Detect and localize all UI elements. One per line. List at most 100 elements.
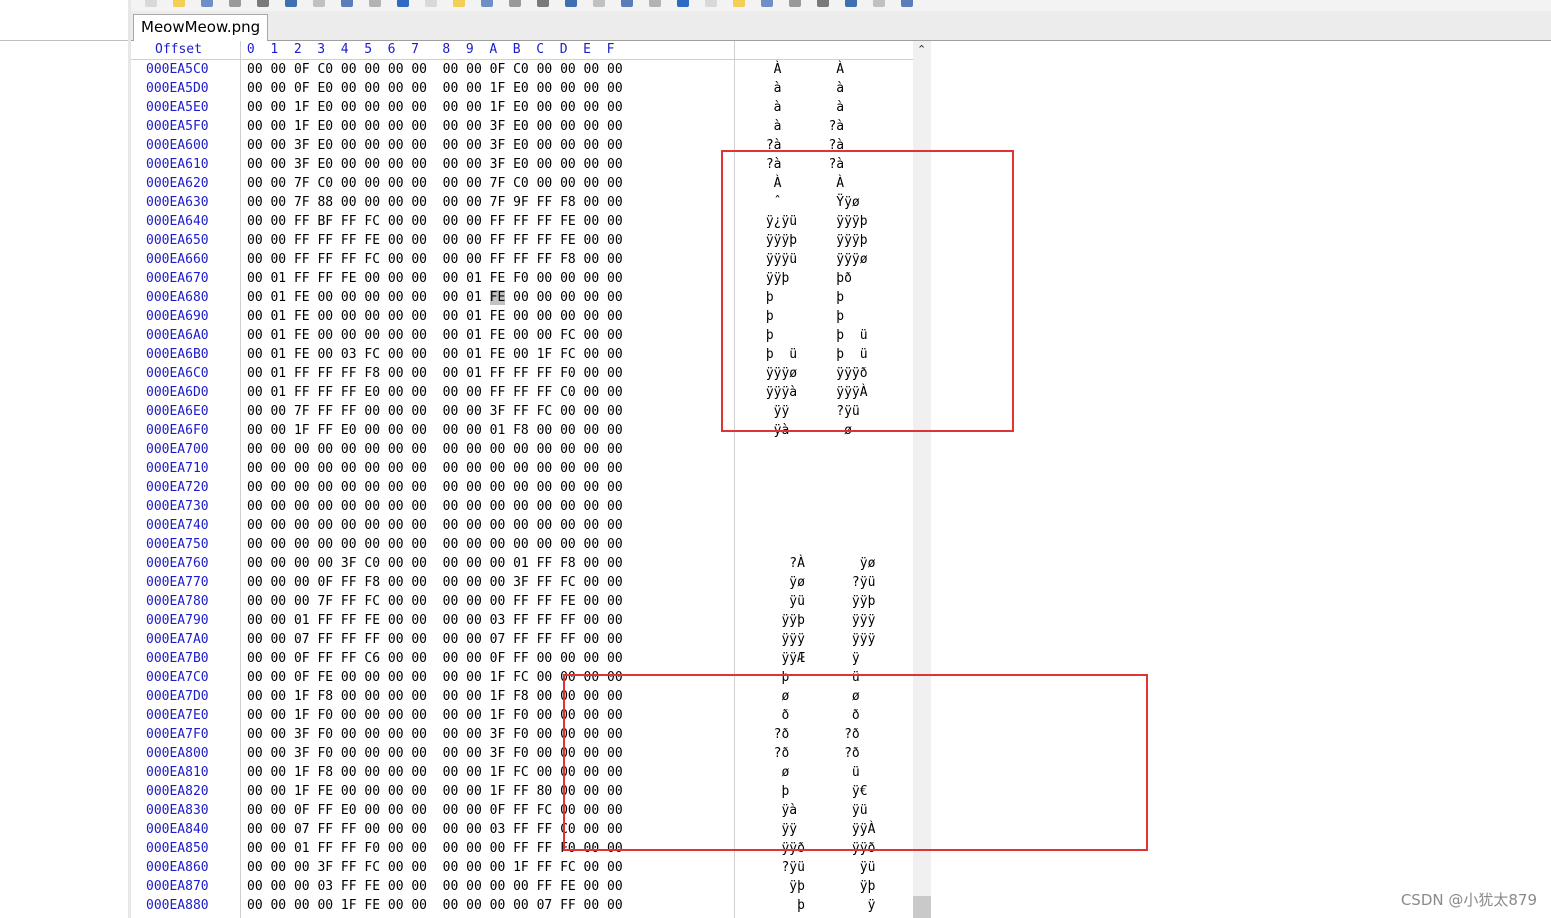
scrollbar-thumb[interactable] [913,896,931,918]
row-hex-bytes[interactable]: 00 00 FF BF FF FC 00 00 00 00 FF FF FF F… [247,212,623,231]
row-hex-bytes[interactable]: 00 00 00 7F FF FC 00 00 00 00 00 FF FF F… [247,592,623,611]
row-hex-bytes[interactable]: 00 00 0F C0 00 00 00 00 00 00 0F C0 00 0… [247,60,623,79]
row-hex-bytes[interactable]: 00 00 00 00 00 00 00 00 00 00 00 00 00 0… [247,535,623,554]
properties-icon[interactable] [257,0,269,7]
hex-row[interactable]: 000EA720 00 00 00 00 00 00 00 00 00 00 00… [131,478,913,497]
row-hex-bytes[interactable]: 00 00 7F 88 00 00 00 00 00 00 7F 9F FF F… [247,193,623,212]
hex-row[interactable]: 000EA7A0 00 00 07 FF FF FF 00 00 00 00 07… [131,630,913,649]
row-hex-bytes[interactable]: 00 00 00 0F FF F8 00 00 00 00 00 3F FF F… [247,573,623,592]
row-hex-bytes[interactable]: 00 00 00 00 3F C0 00 00 00 00 00 01 FF F… [247,554,623,573]
hex-row[interactable]: 000EA5E0 00 00 1F E0 00 00 00 00 00 00 1F… [131,98,913,117]
hex-row[interactable]: 000EA770 00 00 00 0F FF F8 00 00 00 00 00… [131,573,913,592]
hex-row[interactable]: 000EA780 00 00 00 7F FF FC 00 00 00 00 00… [131,592,913,611]
row-hex-bytes[interactable]: 00 00 00 00 00 00 00 00 00 00 00 00 00 0… [247,516,623,535]
row-ascii[interactable]: à à [758,79,883,98]
paste-special-icon[interactable] [397,0,409,7]
hex-row[interactable]: 000EA880 00 00 00 00 1F FE 00 00 00 00 00… [131,896,913,915]
row-hex-bytes[interactable]: 00 01 FE 00 00 00 00 00 00 01 FE 00 00 F… [247,326,623,345]
hex-row[interactable]: 000EA740 00 00 00 00 00 00 00 00 00 00 00… [131,516,913,535]
row-hex-bytes[interactable]: 00 01 FE 00 00 00 00 00 00 01 FE 00 00 0… [247,307,623,326]
prev-icon[interactable] [593,0,605,7]
scroll-up-icon[interactable]: ⌃ [917,43,926,56]
row-ascii[interactable]: ÿø ?ÿü [758,573,891,592]
row-ascii[interactable]: à à [758,98,883,117]
find-hex-icon[interactable] [481,0,493,7]
hex-row[interactable]: 000EA700 00 00 00 00 00 00 00 00 00 00 00… [131,440,913,459]
save-icon[interactable] [201,0,213,7]
row-hex-bytes[interactable]: 00 01 FF FF FF F8 00 00 00 01 FF FF FF F… [247,364,623,383]
row-hex-bytes[interactable]: 00 00 1F FF E0 00 00 00 00 00 01 F8 00 0… [247,421,623,440]
left-nav-icon[interactable] [845,0,857,7]
hex-icon[interactable] [425,0,437,7]
new-file-icon[interactable] [145,0,157,7]
row-ascii[interactable]: ÿü ÿÿþ [758,592,891,611]
copy-icon[interactable] [341,0,353,7]
row-ascii[interactable]: ÿÿþ ÿÿÿ [758,611,891,630]
row-ascii[interactable]: ?ÿü ÿü [758,858,891,877]
row-hex-bytes[interactable]: 00 00 7F C0 00 00 00 00 00 00 7F C0 00 0… [247,174,623,193]
search-icon[interactable] [761,0,773,7]
row-hex-bytes[interactable]: 00 00 00 03 FF FE 00 00 00 00 00 00 FF F… [247,877,623,896]
row-hex-bytes[interactable]: 00 00 1F E0 00 00 00 00 00 00 3F E0 00 0… [247,117,623,136]
row-ascii[interactable]: ÿÿÿ ÿÿÿ [758,630,891,649]
undo-icon[interactable] [313,0,325,7]
row-hex-bytes[interactable]: 00 01 FF FF FF E0 00 00 00 00 FF FF FF C… [247,383,623,402]
print-icon[interactable] [229,0,241,7]
row-hex-bytes[interactable]: 00 01 FF FF FE 00 00 00 00 01 FE F0 00 0… [247,269,623,288]
cursor-byte[interactable]: FE [489,290,506,305]
right-nav-icon[interactable] [873,0,885,7]
row-hex-bytes[interactable]: 00 00 00 00 00 00 00 00 00 00 00 00 00 0… [247,478,623,497]
row-hex-bytes[interactable]: 00 00 1F E0 00 00 00 00 00 00 1F E0 00 0… [247,98,623,117]
hex-row[interactable]: 000EA730 00 00 00 00 00 00 00 00 00 00 00… [131,497,913,516]
row-hex-bytes[interactable]: 00 00 FF FF FF FC 00 00 00 00 FF FF FF F… [247,250,623,269]
row-ascii[interactable]: ?À ÿø [758,554,891,573]
row-hex-bytes[interactable]: 00 00 3F E0 00 00 00 00 00 00 3F E0 00 0… [247,136,623,155]
hex-row[interactable]: 000EA790 00 00 01 FF FF FE 00 00 00 00 03… [131,611,913,630]
row-offset: 000EA710 [146,461,209,476]
row-ascii[interactable]: þ ÿ [758,896,891,915]
row-hex-bytes[interactable]: 00 00 00 00 00 00 00 00 00 00 00 00 00 0… [247,440,623,459]
hex-row[interactable]: 000EA710 00 00 00 00 00 00 00 00 00 00 00… [131,459,913,478]
row-hex-bytes[interactable]: 00 00 3F E0 00 00 00 00 00 00 3F E0 00 0… [247,155,623,174]
row-hex-bytes[interactable]: 00 00 0F E0 00 00 00 00 00 00 1F E0 00 0… [247,79,623,98]
open-folder-icon[interactable] [173,0,185,7]
row-hex-bytes[interactable]: 00 00 FF FF FF FE 00 00 00 00 FF FF FF F… [247,231,623,250]
hex-row[interactable]: 000EA760 00 00 00 00 3F C0 00 00 00 00 00… [131,554,913,573]
back-arrow-icon[interactable] [537,0,549,7]
row-hex-bytes[interactable]: 00 00 00 00 00 00 00 00 00 00 00 00 00 0… [247,497,623,516]
hex-row[interactable]: 000EA5C0 00 00 0F C0 00 00 00 00 00 00 0F… [131,60,913,79]
tab-meowmeow-png[interactable]: MeowMeow.png [133,14,269,41]
hex-row[interactable]: 000EA5F0 00 00 1F E0 00 00 00 00 00 00 3F… [131,117,913,136]
row-hex-bytes[interactable]: 00 00 00 00 00 00 00 00 00 00 00 00 00 0… [247,459,623,478]
options-icon[interactable] [789,0,801,7]
row-hex-bytes[interactable]: 00 01 FE 00 03 FC 00 00 00 01 FE 00 1F F… [247,345,623,364]
calculator-icon[interactable] [705,0,717,7]
row-hex-bytes[interactable]: 00 01 FE 00 00 00 00 00 00 01 FE 00 00 0… [247,288,623,307]
row-hex-bytes[interactable]: 00 00 01 FF FF FE 00 00 00 00 03 FF FF F… [247,611,623,630]
row-ascii[interactable]: À À [758,60,883,79]
row-hex-bytes[interactable]: 00 00 7F FF FF 00 00 00 00 00 3F FF FC 0… [247,402,623,421]
hex-row[interactable]: 000EA750 00 00 00 00 00 00 00 00 00 00 00… [131,535,913,554]
row-ascii[interactable]: ÿþ ÿþ [758,877,891,896]
row-ascii[interactable]: à ?à [758,117,883,136]
hex-row[interactable]: 000EA5D0 00 00 0F E0 00 00 00 00 00 00 1F… [131,79,913,98]
row-hex-bytes[interactable]: 00 00 00 00 1F FE 00 00 00 00 00 00 07 F… [247,896,623,915]
hex-row[interactable]: 000EA870 00 00 00 03 FF FE 00 00 00 00 00… [131,877,913,896]
row-hex-bytes[interactable]: 00 00 07 FF FF FF 00 00 00 00 07 FF FF F… [247,630,623,649]
open-icon[interactable] [285,0,297,7]
book-icon[interactable] [901,0,913,7]
row-hex-bytes[interactable]: 00 00 00 3F FF FC 00 00 00 00 00 1F FF F… [247,858,623,877]
table-icon[interactable] [733,0,745,7]
disk-icon[interactable] [649,0,661,7]
find-icon[interactable] [453,0,465,7]
hex-row[interactable]: 000EA7B0 00 00 0F FF FF C6 00 00 00 00 0F… [131,649,913,668]
row-ascii[interactable]: ÿÿÆ ÿ [758,649,891,668]
next-icon[interactable] [621,0,633,7]
hex-row[interactable]: 000EA860 00 00 00 3F FF FC 00 00 00 00 00… [131,858,913,877]
ram-icon[interactable] [677,0,689,7]
row-hex-bytes[interactable]: 00 00 0F FF FF C6 00 00 00 00 0F FF 00 0… [247,649,623,668]
settings-gear-icon[interactable] [817,0,829,7]
goto-icon[interactable] [565,0,577,7]
paste-icon[interactable] [369,0,381,7]
replace-hex-icon[interactable] [509,0,521,7]
